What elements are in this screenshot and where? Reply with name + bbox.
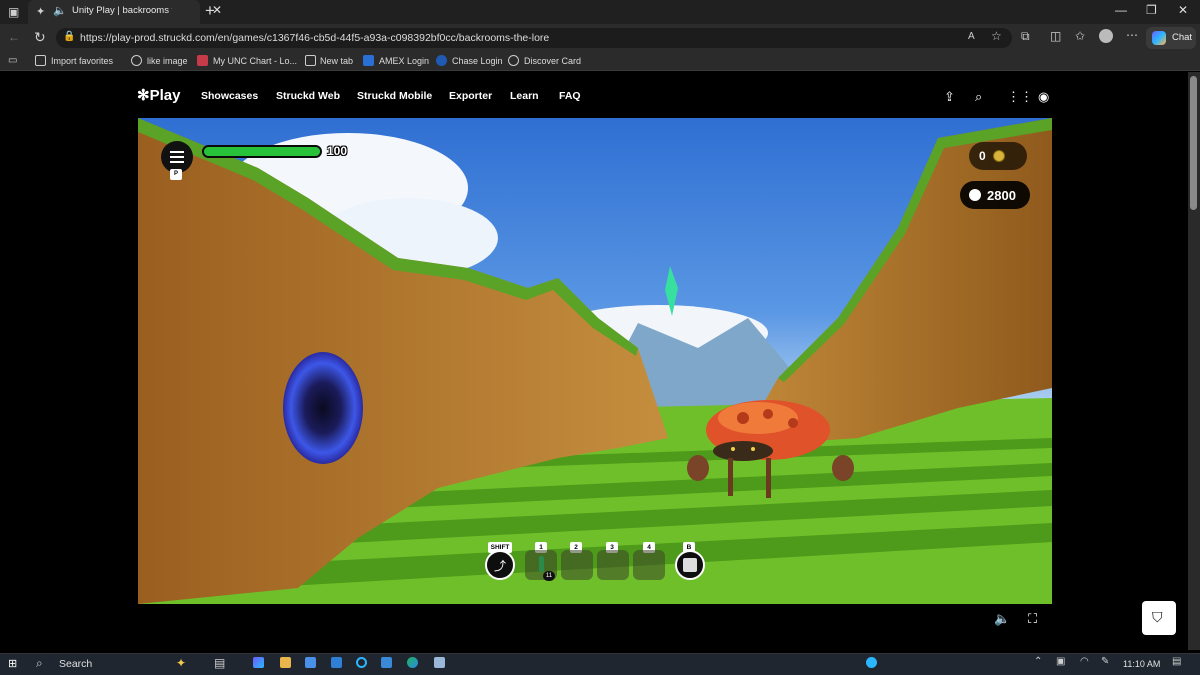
globe-icon [508, 55, 519, 66]
menu-hotkey: P [170, 169, 182, 180]
pen-icon[interactable]: ✎ [1101, 656, 1109, 667]
bookmark-new-tab[interactable]: New tab [320, 56, 353, 66]
speaker-icon[interactable]: 🔈 [53, 4, 67, 17]
extensions-icon[interactable]: ⧉ [1021, 29, 1030, 44]
running-man-icon: ⤴ [494, 559, 507, 573]
amex-icon [363, 55, 374, 66]
bookmark-red-icon [197, 55, 208, 66]
score-icon [969, 189, 981, 201]
globe-icon [131, 55, 142, 66]
tab-title: Unity Play | backrooms the lo [72, 5, 172, 16]
sparkle-icon[interactable]: ✦ [176, 656, 186, 670]
health-bar-fill [204, 147, 320, 156]
refresh-icon[interactable]: ↻ [34, 29, 46, 46]
more-menu-icon[interactable]: ⋯ [1126, 28, 1138, 42]
profile-avatar[interactable] [1099, 29, 1113, 43]
nav-struckd-web[interactable]: Struckd Web [276, 90, 340, 102]
close-window-icon[interactable]: ✕ [1178, 3, 1188, 17]
active-tab[interactable]: ✦ 🔈 Unity Play | backrooms the lo ✕ [28, 0, 222, 24]
unity-logo-icon: ✦ [36, 6, 46, 18]
nav-showcases[interactable]: Showcases [201, 90, 258, 102]
volume-icon[interactable]: 🔈 [994, 611, 1010, 627]
store-icon[interactable] [305, 657, 316, 668]
app-icon[interactable] [331, 657, 342, 668]
health-bar [202, 145, 322, 158]
copilot-taskbar-icon[interactable] [253, 657, 264, 668]
scrollbar-thumb[interactable] [1190, 76, 1197, 210]
portal [283, 352, 363, 464]
notifications-icon[interactable]: ▤ [1172, 656, 1181, 667]
chat-label: Chat [1172, 32, 1193, 43]
photos-icon[interactable] [381, 657, 392, 668]
bookmark-chase[interactable]: Chase Login [452, 56, 503, 66]
search-icon[interactable]: ⌕ [975, 89, 982, 105]
share-icon[interactable]: ⇪ [944, 89, 955, 105]
restore-icon[interactable]: ❐ [1146, 3, 1157, 17]
coin-count: 0 [979, 149, 986, 163]
tab-bar: ▣ ✦ 🔈 Unity Play | backrooms the lo ✕ + … [0, 0, 1200, 24]
back-icon[interactable]: ← [8, 30, 20, 44]
tool-icon [683, 558, 697, 572]
file-explorer-icon[interactable] [280, 657, 291, 668]
bookmark-unc-chart[interactable]: My UNC Chart - Lo... [213, 56, 297, 66]
hotbar-slot-2[interactable] [561, 550, 593, 580]
play-logo[interactable]: ✻Play [137, 86, 180, 104]
score-value: 2800 [987, 188, 1016, 203]
lock-icon[interactable]: 🔒 [63, 31, 75, 42]
app-icon-2[interactable] [434, 657, 445, 668]
import-icon [35, 55, 46, 66]
shield-icon: ⛉ [1152, 609, 1163, 625]
privacy-shield-button[interactable]: ⛉ [1142, 601, 1176, 635]
split-screen-icon[interactable]: ◫ [1050, 29, 1061, 43]
game-viewport[interactable] [138, 118, 1052, 604]
show-hidden-icons[interactable]: ⌃ [1034, 656, 1042, 667]
url-text[interactable]: https://play-prod.struckd.com/en/games/c… [80, 32, 549, 44]
hotbar-slot-3[interactable] [597, 550, 629, 580]
sprint-button[interactable]: ⤴ [485, 550, 515, 580]
game-scene [138, 118, 1052, 604]
favorites-icon[interactable]: ✩ [1075, 29, 1085, 43]
taskbar-search-icon[interactable]: ⌕ [36, 656, 43, 671]
nav-exporter[interactable]: Exporter [449, 90, 492, 102]
read-aloud-icon[interactable]: A [968, 31, 975, 42]
slot-1-count: 11 [543, 571, 555, 581]
help-icon[interactable] [866, 657, 877, 668]
windows-start-icon[interactable]: ⊞ [8, 657, 17, 670]
edge-icon[interactable] [407, 657, 418, 668]
task-view-icon[interactable]: ▤ [214, 656, 225, 670]
taskbar-clock[interactable]: 11:10 AM [1123, 659, 1160, 669]
tab-actions-icon[interactable]: ▣ [8, 5, 19, 19]
wifi-icon[interactable]: ◠ [1080, 656, 1089, 667]
bookmark-import[interactable]: Import favorites [51, 56, 113, 66]
minimize-icon[interactable]: — [1115, 3, 1127, 17]
newtab-page-icon [305, 55, 316, 66]
chase-icon [436, 55, 447, 66]
bottle-icon [539, 556, 544, 572]
coin-icon [993, 150, 1005, 162]
nav-learn[interactable]: Learn [510, 90, 539, 102]
hotbar-slot-4[interactable] [633, 550, 665, 580]
copilot-icon [1152, 31, 1166, 45]
health-value: 100 [327, 144, 348, 158]
sidebar-toggle-icon[interactable]: ▭ [8, 55, 17, 66]
bookmark-like-image[interactable]: like image [147, 56, 188, 66]
favorite-star-icon[interactable]: ☆ [991, 29, 1002, 43]
fullscreen-icon[interactable]: ⛶ [1028, 611, 1037, 627]
bookmark-amex[interactable]: AMEX Login [379, 56, 429, 66]
display-icon[interactable]: ▣ [1056, 656, 1065, 667]
logo-text: Play [149, 87, 181, 104]
action-button[interactable] [675, 550, 705, 580]
bookmark-discover[interactable]: Discover Card [524, 56, 581, 66]
taskbar-search[interactable]: Search [59, 658, 92, 670]
apps-grid-icon[interactable]: ⋮⋮ [1007, 89, 1033, 105]
new-tab-icon[interactable]: + [205, 1, 215, 21]
nav-faq[interactable]: FAQ [559, 90, 581, 102]
nav-struckd-mobile[interactable]: Struckd Mobile [357, 90, 432, 102]
account-icon[interactable]: ◉ [1038, 89, 1049, 105]
cortana-icon[interactable] [356, 657, 367, 668]
